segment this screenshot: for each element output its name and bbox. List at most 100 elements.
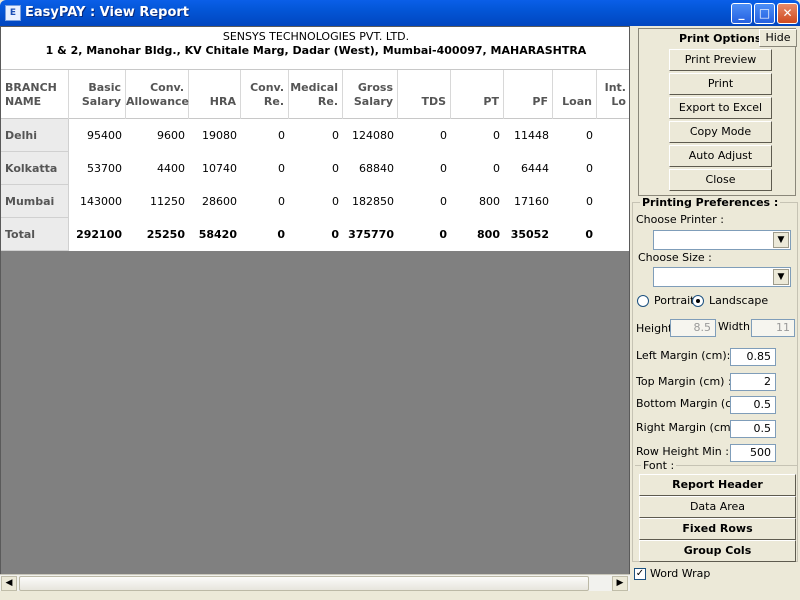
left-margin-label: Left Margin (cm): — [636, 349, 731, 362]
window-title: EasyPAY : View Report — [25, 5, 190, 20]
column-header: Basic Salary — [69, 70, 126, 120]
report-header: SENSYS TECHNOLOGIES PVT. LTD. 1 & 2, Man… — [1, 27, 629, 69]
table-cell: 800 — [479, 195, 500, 208]
row-height-label: Row Height Min : — [636, 445, 729, 458]
table-cell: 0 — [440, 129, 447, 142]
column-header-line1: Int. — [604, 81, 626, 94]
minimize-button[interactable]: _ — [731, 3, 752, 24]
table-cell: 58420 — [198, 228, 237, 241]
total-row: Total 292100 25250 58420 0 0 375770 0 800 35052 0 — [1, 218, 629, 251]
copy-mode-button[interactable]: Copy Mode — [669, 121, 772, 143]
left-margin-field[interactable]: 0.85 — [730, 348, 776, 366]
word-wrap-label: Word Wrap — [650, 567, 711, 580]
column-header-line1 — [553, 81, 592, 95]
landscape-label: Landscape — [709, 294, 769, 307]
table-cell: 10740 — [202, 162, 237, 175]
table-cell: 9600 — [157, 129, 185, 142]
table-cell: 292100 — [76, 228, 122, 241]
report-view[interactable]: SENSYS TECHNOLOGIES PVT. LTD. 1 & 2, Man… — [0, 26, 630, 576]
bottom-margin-field[interactable]: 0.5 — [730, 396, 776, 414]
choose-printer-label: Choose Printer : — [636, 213, 724, 226]
column-header-line2: Allowance — [126, 95, 190, 108]
table-cell: 0 — [586, 162, 593, 175]
data-area-font-button[interactable]: Data Area — [639, 496, 796, 518]
column-header-line1 — [504, 81, 548, 95]
column-header: HRA — [189, 70, 241, 120]
column-header-line1: Conv. — [250, 81, 284, 94]
table-cell: 124080 — [352, 129, 394, 142]
column-header-line2: Re. — [263, 95, 284, 108]
report-header-font-button[interactable]: Report Header — [639, 474, 796, 496]
column-header: Conv. Re. — [241, 70, 289, 120]
export-excel-button[interactable]: Export to Excel — [669, 97, 772, 119]
column-header: Conv. Allowance — [126, 70, 189, 120]
table-cell: 95400 — [87, 129, 122, 142]
column-header-line1 — [398, 81, 446, 95]
table-row: Kolkatta 53700 4400 10740 0 0 68840 0 0 6444 0 — [1, 152, 629, 185]
auto-adjust-button[interactable]: Auto Adjust — [669, 145, 772, 167]
close-button[interactable]: Close — [669, 169, 772, 191]
column-header-line1: Gross — [357, 81, 393, 94]
choose-size-label: Choose Size : — [638, 251, 712, 264]
table-cell: 28600 — [202, 195, 237, 208]
row-height-field[interactable]: 500 — [730, 444, 776, 462]
chevron-down-icon[interactable]: ▼ — [773, 232, 789, 248]
height-label: Height — [636, 322, 673, 335]
size-select[interactable]: ▼ — [653, 267, 791, 287]
column-header: BRANCH NAME — [1, 70, 69, 120]
branch-name-cell: Delhi — [1, 119, 69, 152]
group-cols-font-button[interactable]: Group Cols — [639, 540, 796, 562]
title-bar: E EasyPAY : View Report _ □ ✕ — [0, 0, 800, 26]
print-options-title: Print Options — [679, 32, 762, 45]
right-panel: Print Options Hide Print Preview Print E… — [630, 26, 800, 600]
scrollbar-thumb[interactable] — [19, 576, 589, 591]
column-header-line1: Medical — [290, 81, 338, 94]
column-header-line1: Basic — [88, 81, 121, 94]
printing-preferences-title: Printing Preferences : — [640, 196, 781, 209]
table-cell: 11250 — [150, 195, 185, 208]
table-cell: 19080 — [202, 129, 237, 142]
column-header-line2: Salary — [353, 95, 393, 108]
column-header: TDS — [398, 70, 451, 120]
close-window-button[interactable]: ✕ — [777, 3, 798, 24]
table-cell: 0 — [493, 129, 500, 142]
landscape-radio[interactable] — [692, 295, 704, 307]
fixed-rows-font-button[interactable]: Fixed Rows — [639, 518, 796, 540]
table-cell: 11448 — [514, 129, 549, 142]
width-field[interactable]: 11 — [751, 319, 795, 337]
column-header-line2: PF — [532, 95, 548, 108]
table-cell: 0 — [332, 162, 339, 175]
branch-name-cell: Kolkatta — [1, 152, 69, 185]
app-icon: E — [5, 5, 21, 21]
horizontal-scrollbar[interactable]: ◀ ▶ — [0, 574, 630, 591]
height-field[interactable]: 8.5 — [670, 319, 716, 337]
table-cell: 0 — [440, 195, 447, 208]
table-cell: 53700 — [87, 162, 122, 175]
column-header-line2: HRA — [209, 95, 236, 108]
word-wrap-checkbox[interactable]: ✓ — [634, 568, 646, 580]
table-cell: 0 — [332, 195, 339, 208]
table-cell: 0 — [332, 129, 339, 142]
chevron-down-icon[interactable]: ▼ — [773, 269, 789, 285]
maximize-button[interactable]: □ — [754, 3, 775, 24]
column-header-line2: Re. — [317, 95, 338, 108]
scroll-left-icon[interactable]: ◀ — [1, 576, 17, 591]
hide-button[interactable]: Hide — [759, 29, 797, 47]
table-cell: 0 — [586, 129, 593, 142]
portrait-radio[interactable] — [637, 295, 649, 307]
table-cell: 375770 — [348, 228, 394, 241]
table-cell: 0 — [493, 162, 500, 175]
company-name: SENSYS TECHNOLOGIES PVT. LTD. — [222, 30, 410, 43]
column-header-line2: Salary — [81, 95, 121, 108]
table-cell: 0 — [331, 228, 339, 241]
width-label: Width — [718, 320, 750, 333]
print-button[interactable]: Print — [669, 73, 772, 95]
table-cell: 25250 — [146, 228, 185, 241]
scroll-right-icon[interactable]: ▶ — [612, 576, 628, 591]
right-margin-field[interactable]: 0.5 — [730, 420, 776, 438]
print-preview-button[interactable]: Print Preview — [669, 49, 772, 71]
table-cell: 0 — [278, 195, 285, 208]
top-margin-field[interactable]: 2 — [730, 373, 776, 391]
column-header-line1: Conv. — [150, 81, 184, 94]
printer-select[interactable]: ▼ — [653, 230, 791, 250]
